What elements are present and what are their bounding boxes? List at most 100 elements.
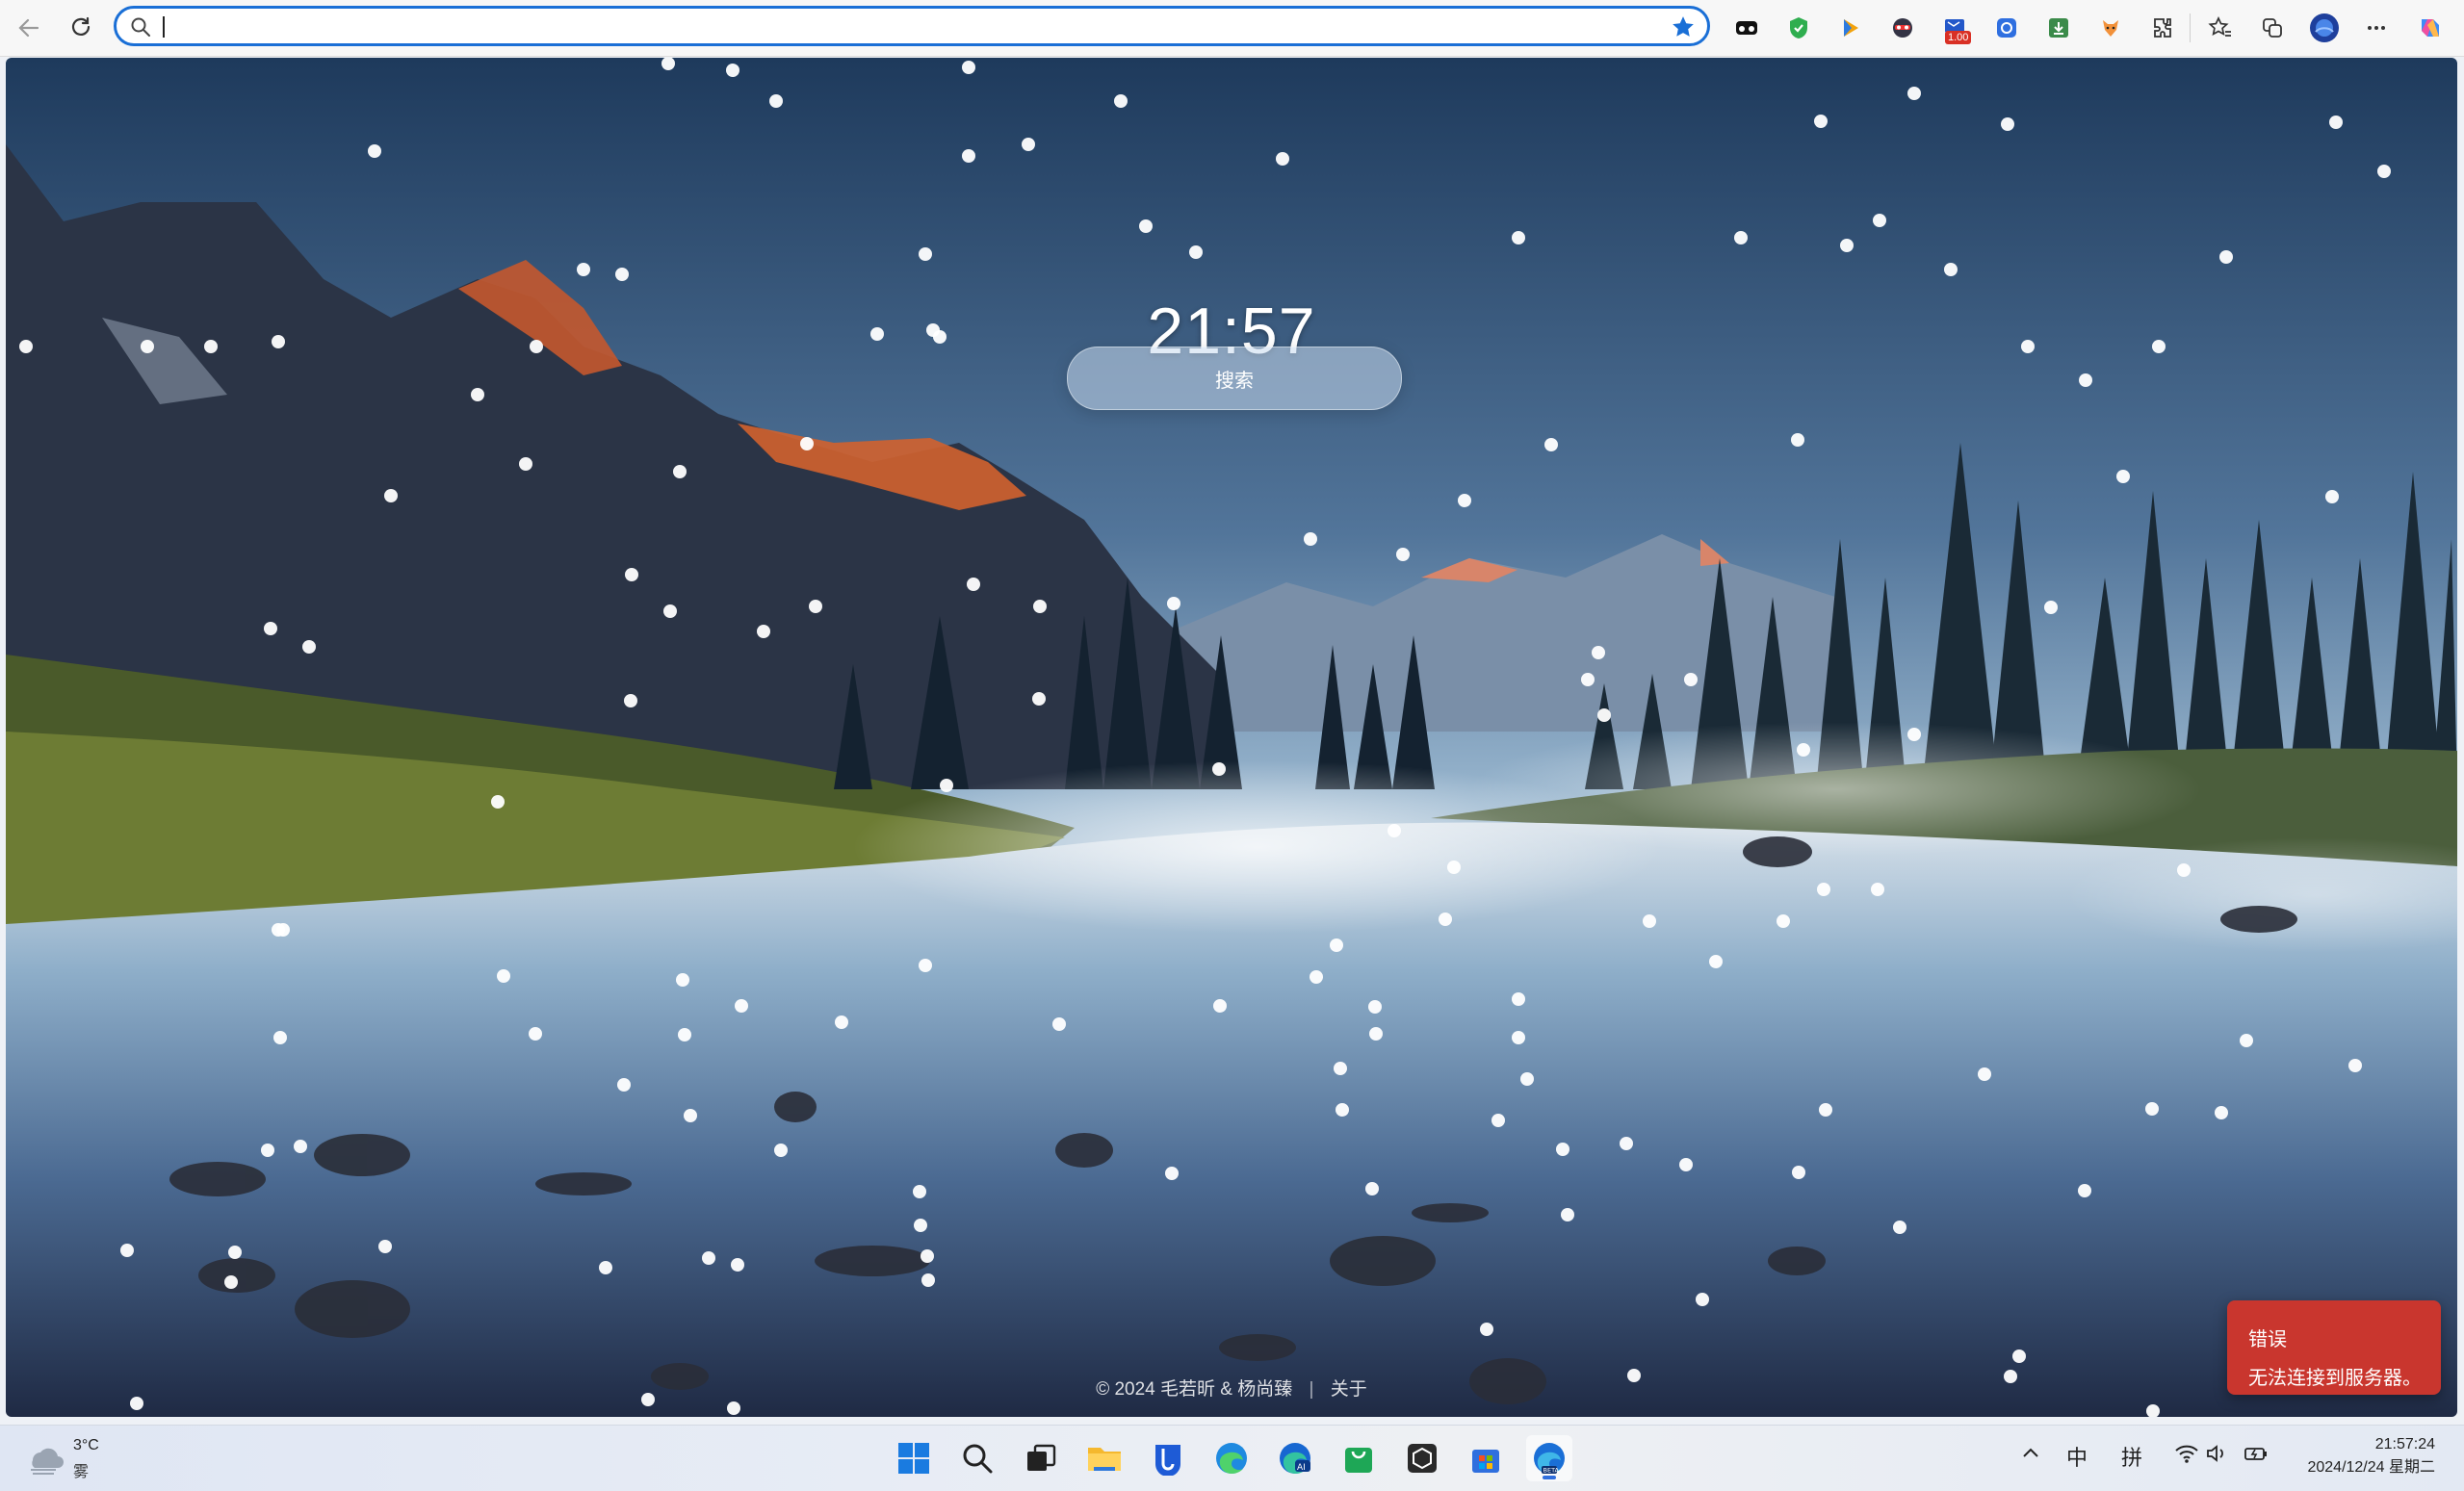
snowflake [1212, 762, 1226, 776]
snowflake [727, 1401, 740, 1415]
blue-app-icon [1155, 1445, 1180, 1476]
snowflake [599, 1261, 612, 1274]
edge-browser-button[interactable] [1208, 1435, 1255, 1481]
snowflake [1336, 1103, 1349, 1117]
snowflake [1330, 938, 1343, 952]
snowflake [1791, 433, 1804, 447]
back-button[interactable] [12, 11, 46, 45]
snowflake [2177, 863, 2191, 877]
task-view-button[interactable] [1018, 1435, 1064, 1481]
volume-icon[interactable] [2205, 1443, 2228, 1470]
snowflake [1520, 1072, 1534, 1086]
snowflake [2325, 490, 2339, 503]
favorites-icon[interactable] [2205, 13, 2236, 43]
snowflake [2116, 470, 2130, 483]
snowflake [1581, 673, 1595, 686]
fog-cloud-icon [31, 1448, 64, 1475]
edge-beta-icon: BETA [1534, 1443, 1565, 1475]
collections-icon[interactable] [2257, 13, 2288, 43]
app-button-blue-letter[interactable] [1145, 1435, 1191, 1481]
new-tab-page: 21:57 搜索 © 2024 毛若昕 & 杨尚臻 | 关于 错误 无法连接到服… [6, 58, 2457, 1417]
address-input[interactable] [169, 13, 1617, 41]
snowflake [1734, 231, 1748, 244]
snowflake [1369, 1027, 1383, 1041]
snowflake [2146, 1404, 2160, 1417]
extension-glasses-icon[interactable] [1731, 13, 1762, 43]
snowflake [769, 94, 783, 108]
snowflake [2215, 1106, 2228, 1119]
edge-beta-button[interactable]: BETA [1526, 1435, 1572, 1481]
extension-download-icon[interactable] [2043, 13, 2074, 43]
footer-separator: | [1309, 1379, 1314, 1400]
weather-temperature: 3°C [73, 1437, 99, 1453]
footer-about-link[interactable]: 关于 [1331, 1379, 1367, 1400]
snowflake [497, 969, 510, 983]
edge-ai-icon: AI [1280, 1443, 1310, 1475]
snowflake [800, 437, 814, 450]
svg-text:AI: AI [1297, 1463, 1306, 1473]
toolbar-divider [2190, 13, 2191, 42]
snowflake [2079, 373, 2092, 387]
snowflake [1491, 1114, 1505, 1127]
snowflake [2044, 601, 2058, 614]
snowflake [1052, 1017, 1066, 1031]
snowflake [1213, 999, 1227, 1013]
error-notification[interactable]: 错误 无法连接到服务器。 [2227, 1300, 2441, 1395]
address-bar[interactable] [114, 6, 1710, 46]
profile-avatar-icon[interactable] [2309, 13, 2340, 43]
microsoft-store-button[interactable] [1463, 1435, 1509, 1481]
extension-play-icon[interactable] [1835, 13, 1866, 43]
extension-shield-icon[interactable] [1783, 13, 1814, 43]
snowflake [678, 1028, 691, 1041]
search-button[interactable]: 搜索 [1067, 347, 1402, 410]
snowflake [757, 625, 770, 638]
snowflake [1334, 1062, 1347, 1075]
ime-language-indicator[interactable]: 中 [2066, 1441, 2088, 1472]
error-title: 错误 [2248, 1329, 2287, 1350]
windows-logo-icon [898, 1443, 929, 1474]
taskbar-search-button[interactable] [954, 1435, 1000, 1481]
more-menu-icon[interactable] [2361, 13, 2392, 43]
arrow-left-icon [18, 18, 39, 38]
edge-ai-button[interactable]: AI [1272, 1435, 1318, 1481]
dark-app-button[interactable] [1399, 1435, 1445, 1481]
extension-screenshot-icon[interactable] [1991, 13, 2022, 43]
green-app-button[interactable] [1336, 1435, 1382, 1481]
refresh-button[interactable] [64, 11, 98, 45]
ime-mode-indicator[interactable]: 拼 [2121, 1441, 2142, 1472]
favorite-star-icon[interactable] [1671, 14, 1696, 44]
snowflake [940, 779, 953, 792]
snowflake [519, 457, 532, 471]
show-hidden-icons-button[interactable] [2020, 1443, 2041, 1470]
snowflake [1873, 214, 1886, 227]
green-bag-icon [1345, 1448, 1372, 1473]
snowflake [921, 1249, 934, 1263]
start-button[interactable] [891, 1435, 937, 1481]
taskbar-clock[interactable]: 21:57:24 2024/12/24 星期二 [2307, 1433, 2435, 1479]
weather-widget[interactable]: 3°C 雾 [25, 1433, 141, 1483]
snowflake [1544, 438, 1558, 451]
dark-cube-icon [1408, 1444, 1437, 1473]
copilot-icon[interactable] [2415, 13, 2446, 43]
file-explorer-button[interactable] [1081, 1435, 1128, 1481]
snowflake [913, 1185, 926, 1198]
snowflake [1365, 1182, 1379, 1195]
snowflake [264, 622, 277, 635]
snowflake [914, 1219, 927, 1232]
extension-fox-icon[interactable] [2095, 13, 2126, 43]
snowflake [2145, 1102, 2159, 1116]
wifi-icon[interactable] [2174, 1443, 2199, 1470]
extension-flag-counter-icon[interactable]: 1.00 [1939, 13, 1972, 44]
snowflake [224, 1275, 238, 1289]
snowflake [1684, 673, 1698, 686]
snowflake [1447, 861, 1461, 874]
snowflake [1022, 138, 1035, 151]
extension-spy-icon[interactable] [1887, 13, 1918, 43]
snowflake [1840, 239, 1854, 252]
snowflake [1893, 1221, 1906, 1234]
snowflake [1696, 1293, 1709, 1306]
battery-icon[interactable] [2244, 1443, 2269, 1470]
snowflake [1817, 883, 1830, 896]
extensions-puzzle-icon[interactable] [2147, 13, 2178, 43]
snowflake [384, 489, 398, 502]
